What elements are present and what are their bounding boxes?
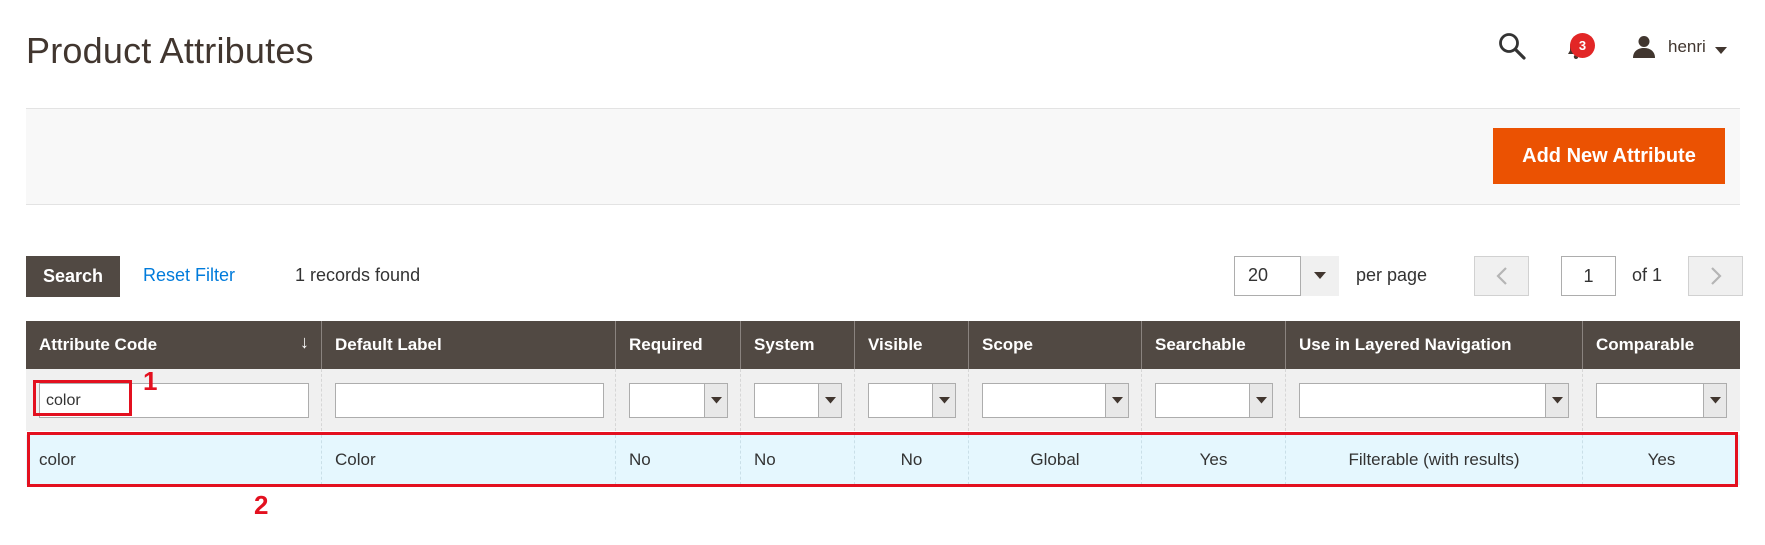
filter-cell-scope xyxy=(968,369,1141,431)
chevron-down-icon[interactable] xyxy=(818,384,841,417)
column-header-label: Visible xyxy=(868,335,923,354)
column-header-searchable[interactable]: Searchable xyxy=(1141,321,1285,369)
search-icon[interactable] xyxy=(1497,31,1527,61)
grid-filter-row xyxy=(26,369,1740,431)
grid-header-row: Attribute Code ↓ Default Label Required … xyxy=(26,321,1740,369)
column-header-label: Comparable xyxy=(1596,335,1695,354)
page-actions-bar xyxy=(26,108,1740,205)
column-header-required[interactable]: Required xyxy=(615,321,740,369)
next-page-button[interactable] xyxy=(1688,256,1743,296)
column-header-scope[interactable]: Scope xyxy=(968,321,1141,369)
chevron-right-icon xyxy=(1710,267,1722,285)
visible-filter-select[interactable] xyxy=(868,383,956,418)
search-button[interactable]: Search xyxy=(26,256,120,297)
cell-visible: No xyxy=(854,435,968,485)
cell-system: No xyxy=(740,435,854,485)
column-header-comparable[interactable]: Comparable xyxy=(1582,321,1740,369)
column-header-label: System xyxy=(754,335,815,354)
column-header-label: Searchable xyxy=(1155,335,1246,354)
annotation-label-1: 1 xyxy=(143,366,158,396)
page-title: Product Attributes xyxy=(26,30,314,71)
chevron-down-icon[interactable] xyxy=(1703,384,1726,417)
attribute-code-filter-input[interactable] xyxy=(39,383,309,418)
records-found-text: 1 records found xyxy=(295,265,421,285)
column-header-label: Required xyxy=(629,335,703,354)
layered-navigation-filter-select[interactable] xyxy=(1299,383,1569,418)
searchable-filter-select[interactable] xyxy=(1155,383,1273,418)
table-row[interactable]: color Color No No No Global Yes Filterab… xyxy=(26,435,1740,485)
chevron-down-icon[interactable] xyxy=(1545,384,1568,417)
cell-required: No xyxy=(615,435,740,485)
filter-cell-searchable xyxy=(1141,369,1285,431)
user-icon[interactable] xyxy=(1631,33,1657,59)
notification-count-badge[interactable]: 3 xyxy=(1570,33,1595,58)
cell-comparable: Yes xyxy=(1582,435,1740,485)
default-label-filter-input[interactable] xyxy=(335,383,604,418)
per-page-label: per page xyxy=(1356,265,1428,285)
filter-cell-attribute-code xyxy=(26,369,321,431)
column-header-label: Attribute Code xyxy=(39,335,158,354)
cell-searchable: Yes xyxy=(1141,435,1285,485)
cell-scope: Global xyxy=(968,435,1141,485)
current-page-input[interactable] xyxy=(1561,256,1616,296)
cell-layered-navigation: Filterable (with results) xyxy=(1285,435,1582,485)
reset-filter-link[interactable]: Reset Filter xyxy=(143,265,235,286)
comparable-filter-select[interactable] xyxy=(1596,383,1727,418)
filter-cell-visible xyxy=(854,369,968,431)
column-header-system[interactable]: System xyxy=(740,321,854,369)
column-header-label: Use in Layered Navigation xyxy=(1299,335,1512,354)
filter-cell-required xyxy=(615,369,740,431)
column-header-visible[interactable]: Visible xyxy=(854,321,968,369)
column-header-layered-navigation[interactable]: Use in Layered Navigation xyxy=(1285,321,1582,369)
add-new-attribute-button[interactable]: Add New Attribute xyxy=(1493,128,1725,184)
chevron-down-icon[interactable] xyxy=(704,384,727,417)
previous-page-button[interactable] xyxy=(1474,256,1529,296)
column-header-label: Scope xyxy=(982,335,1034,354)
filter-cell-default-label xyxy=(321,369,615,431)
chevron-down-icon[interactable] xyxy=(1715,42,1727,60)
cell-default-label: Color xyxy=(321,435,615,485)
chevron-down-icon[interactable] xyxy=(1105,384,1128,417)
chevron-left-icon xyxy=(1495,267,1507,285)
column-header-label: Default Label xyxy=(335,335,442,354)
per-page-value[interactable]: 20 xyxy=(1248,265,1268,286)
per-page-dropdown-icon[interactable] xyxy=(1300,256,1339,296)
scope-filter-select[interactable] xyxy=(982,383,1129,418)
sort-descending-icon[interactable]: ↓ xyxy=(300,332,309,353)
total-pages-label: of 1 xyxy=(1632,265,1663,285)
chevron-down-icon[interactable] xyxy=(1249,384,1272,417)
user-name[interactable]: henri xyxy=(1668,37,1706,57)
filter-cell-layered-navigation xyxy=(1285,369,1582,431)
column-header-default-label[interactable]: Default Label xyxy=(321,321,615,369)
annotation-label-2: 2 xyxy=(254,490,269,520)
filter-cell-comparable xyxy=(1582,369,1740,431)
filter-cell-system xyxy=(740,369,854,431)
required-filter-select[interactable] xyxy=(629,383,728,418)
system-filter-select[interactable] xyxy=(754,383,842,418)
cell-attribute-code: color xyxy=(39,450,76,469)
chevron-down-icon[interactable] xyxy=(932,384,955,417)
column-header-attribute-code[interactable]: Attribute Code ↓ xyxy=(26,321,321,369)
